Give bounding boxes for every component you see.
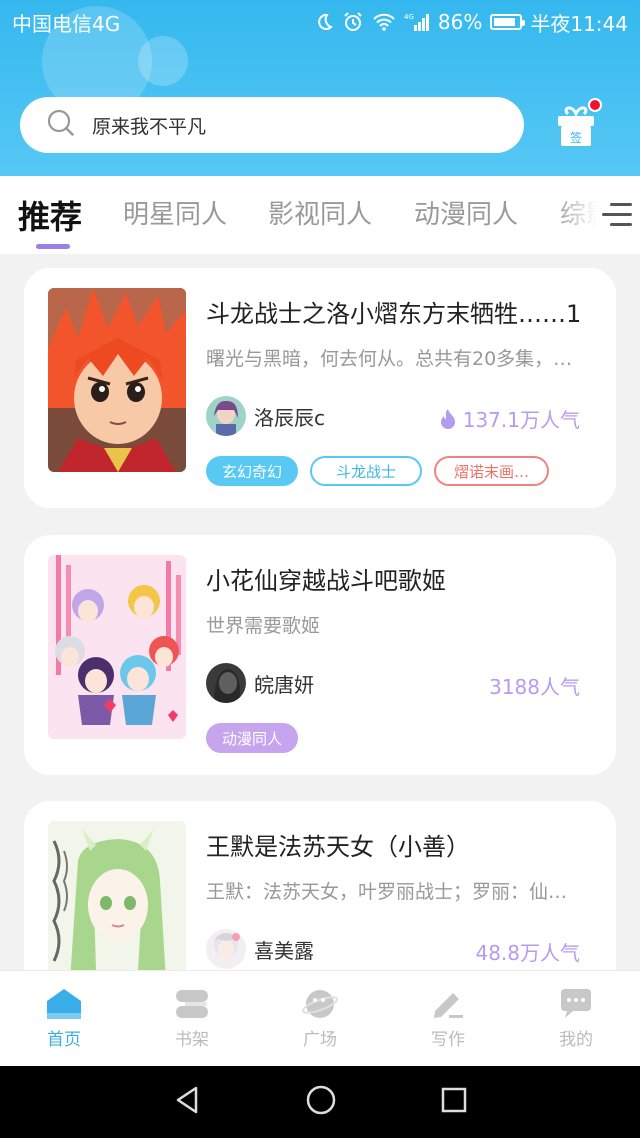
- category-tabs: 推荐 明星同人 影视同人 动漫同人 综影: [0, 176, 640, 254]
- book-cover-image: [48, 288, 186, 472]
- system-navigation-bar: [0, 1066, 640, 1138]
- tab-anime-fanfic[interactable]: 动漫同人: [414, 194, 518, 231]
- author-name: 洛辰辰c: [254, 405, 325, 430]
- book-description: 王默：法苏天女，叶罗丽战士；罗丽：仙…: [206, 881, 568, 903]
- book-cover-image: [48, 555, 186, 739]
- book-description: 世界需要歌姬: [206, 615, 321, 637]
- svg-text:4G: 4G: [404, 13, 414, 21]
- popularity-text: 3188人气: [489, 675, 580, 699]
- recents-icon[interactable]: [440, 1086, 468, 1118]
- nav-label: 我的: [559, 1030, 593, 1050]
- book-title: 小花仙穿越战斗吧歌姬: [206, 567, 446, 595]
- tab-celebrity-fanfic[interactable]: 明星同人: [123, 194, 227, 231]
- home-circle-icon[interactable]: [305, 1084, 337, 1120]
- carrier-label: 中国电信4G: [12, 11, 121, 36]
- nav-square[interactable]: 广场: [256, 971, 384, 1066]
- flame-icon: [440, 408, 455, 429]
- tag[interactable]: 玄幻奇幻: [206, 456, 299, 486]
- battery-percent: 86%: [437, 10, 483, 34]
- bookshelf-icon: [176, 990, 208, 1018]
- nav-label: 广场: [303, 1030, 337, 1050]
- popularity-text: 48.8万人气: [475, 941, 580, 965]
- search-input-text: 原来我不平凡: [92, 115, 207, 138]
- tag[interactable]: 熠诺末画…: [434, 456, 550, 486]
- tag[interactable]: 斗龙战士: [310, 456, 423, 486]
- search-bar[interactable]: 原来我不平凡: [20, 97, 524, 153]
- category-menu-icon[interactable]: [598, 200, 634, 230]
- nav-mine[interactable]: 我的: [512, 971, 640, 1066]
- book-title: 王默是法苏天女（小善）: [206, 833, 470, 861]
- nav-label: 首页: [47, 1030, 81, 1050]
- pen-icon: [434, 993, 463, 1018]
- avatar: [206, 396, 246, 436]
- status-bar: 中国电信4G 4G 86% 半夜11:44: [0, 0, 640, 44]
- book-title: 斗龙战士之洛小熠东方末牺牲……1: [206, 300, 582, 328]
- author-row[interactable]: 洛辰辰c: [206, 396, 325, 436]
- active-tab-indicator: [36, 244, 70, 249]
- nav-label: 写作: [431, 1030, 465, 1050]
- chat-bubble-icon: [561, 989, 591, 1018]
- tag-list: 玄幻奇幻 斗龙战士 熠诺末画…: [206, 456, 550, 486]
- clock-label: 半夜11:44: [530, 11, 628, 36]
- tag[interactable]: 动漫同人: [206, 723, 299, 753]
- bottom-navigation: 首页 书架 广场 写作 我的: [0, 970, 640, 1066]
- author-row[interactable]: 皖唐妍: [206, 663, 314, 703]
- popularity-text: 137.1万人气: [462, 408, 580, 432]
- tab-film-fanfic[interactable]: 影视同人: [268, 194, 372, 231]
- popularity-count: 137.1万人气: [439, 404, 580, 433]
- tab-recommend[interactable]: 推荐: [18, 192, 82, 238]
- wifi-icon: [372, 12, 396, 32]
- popularity-count: 48.8万人气: [475, 937, 580, 966]
- battery-icon: [490, 14, 526, 30]
- search-icon: [46, 108, 76, 142]
- moon-icon: [314, 12, 334, 32]
- alarm-icon: [342, 11, 364, 33]
- avatar: [206, 663, 246, 703]
- notification-dot: [588, 98, 602, 112]
- nav-home[interactable]: 首页: [0, 971, 128, 1066]
- nav-label: 书架: [175, 1030, 209, 1050]
- author-row[interactable]: 喜美露: [206, 929, 314, 969]
- gift-label: 签: [570, 130, 582, 145]
- header: 中国电信4G 4G 86% 半夜11:44 原来我不平凡 签: [0, 0, 640, 176]
- nav-bookshelf[interactable]: 书架: [128, 971, 256, 1066]
- planet-icon: [301, 990, 339, 1018]
- tag-list: 动漫同人: [206, 723, 299, 753]
- book-card[interactable]: 斗龙战士之洛小熠东方末牺牲……1 曙光与黑暗，何去何从。总共有20多集，… 洛辰…: [24, 268, 616, 508]
- author-name: 皖唐妍: [254, 672, 314, 697]
- signal-icon: 4G: [404, 12, 430, 32]
- avatar: [206, 929, 246, 969]
- author-name: 喜美露: [254, 938, 314, 963]
- book-description: 曙光与黑暗，何去何从。总共有20多集，…: [206, 348, 573, 370]
- home-icon: [47, 989, 81, 1019]
- back-icon[interactable]: [172, 1085, 202, 1119]
- popularity-count: 3188人气: [489, 671, 580, 700]
- book-card[interactable]: 小花仙穿越战斗吧歌姬 世界需要歌姬 皖唐妍 3188人气 动漫同人: [24, 535, 616, 775]
- nav-write[interactable]: 写作: [384, 971, 512, 1066]
